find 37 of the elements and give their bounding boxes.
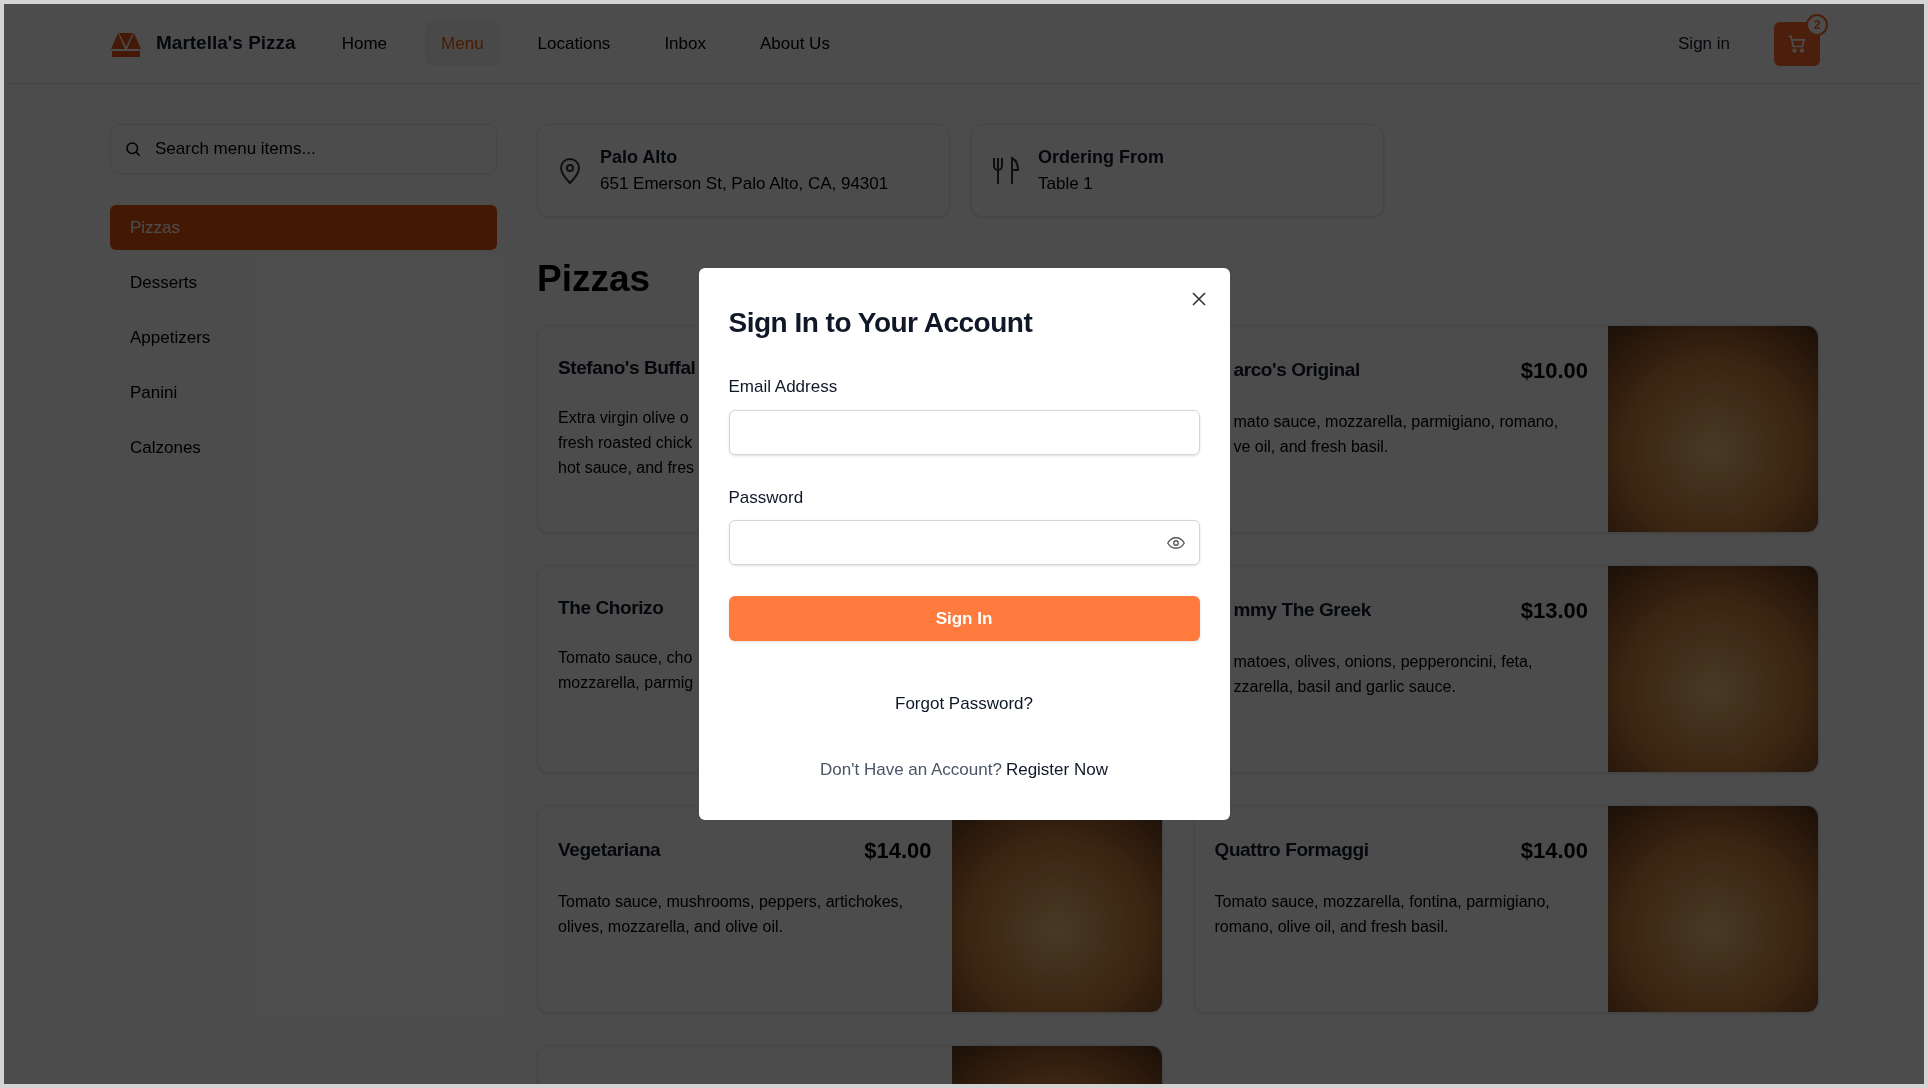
register-link[interactable]: Register Now xyxy=(1005,756,1108,782)
item-name: Quattro Formaggi xyxy=(1214,838,1369,863)
email-input[interactable] xyxy=(728,409,1200,455)
info-title: Palo Alto xyxy=(600,146,679,170)
item-description: Tomato sauce, mozzarella, fontina, parmigiano, romano, olive oil, and fresh basil. xyxy=(1214,892,1551,937)
eye-icon[interactable] xyxy=(1166,535,1185,550)
item-description-line: mozzarella, parmig xyxy=(558,672,695,693)
item-name: Stefano's Buffal xyxy=(558,356,696,380)
item-description-line: zzarella, basil and garlic sauce. xyxy=(1233,677,1457,697)
item-name: arco's Original xyxy=(1233,358,1360,383)
item-description-line: Extra virgin olive o xyxy=(558,407,690,428)
item-description-line: Tomato sauce, cho xyxy=(558,647,694,668)
item-price: $14.00 xyxy=(864,837,932,865)
password-label: Password xyxy=(728,486,805,509)
item-name: mmy The Greek xyxy=(1233,598,1371,623)
item-price: $14.00 xyxy=(1520,837,1588,865)
item-description-line: mato sauce, mozzarella, parmigiano, romano, xyxy=(1233,412,1560,432)
password-input[interactable] xyxy=(728,520,1200,565)
info-title: Ordering From xyxy=(1038,146,1164,170)
info-subtitle: Table 1 xyxy=(1038,173,1094,196)
info-subtitle: 651 Emerson St, Palo Alto, CA, 94301 xyxy=(600,173,889,196)
item-price: $13.00 xyxy=(1520,597,1588,625)
item-description-line: ve oil, and fresh basil. xyxy=(1233,437,1390,457)
register-prompt: Don't Have an Account? xyxy=(820,758,1002,781)
dialog-title: Sign In to Your Account xyxy=(728,306,1034,340)
item-description: Tomato sauce, mushrooms, peppers, artichokes, olives, mozzarella, and olive oil. xyxy=(558,892,905,937)
section-heading: Pizzas xyxy=(537,257,651,301)
email-label: Email Address xyxy=(728,376,839,398)
item-name: Vegetariana xyxy=(558,838,661,863)
item-price: $10.00 xyxy=(1520,357,1588,385)
item-description-line: fresh roasted chick xyxy=(558,432,694,453)
item-description-line: hot sauce, and fres xyxy=(558,457,696,478)
forgot-password-link[interactable]: Forgot Password? xyxy=(895,691,1033,717)
item-name: The Chorizo xyxy=(558,596,664,620)
item-description-line: matoes, olives, onions, pepperoncini, feta, xyxy=(1233,652,1534,672)
close-icon[interactable] xyxy=(1191,292,1206,306)
sign-in-button[interactable]: Sign In xyxy=(728,596,1200,641)
